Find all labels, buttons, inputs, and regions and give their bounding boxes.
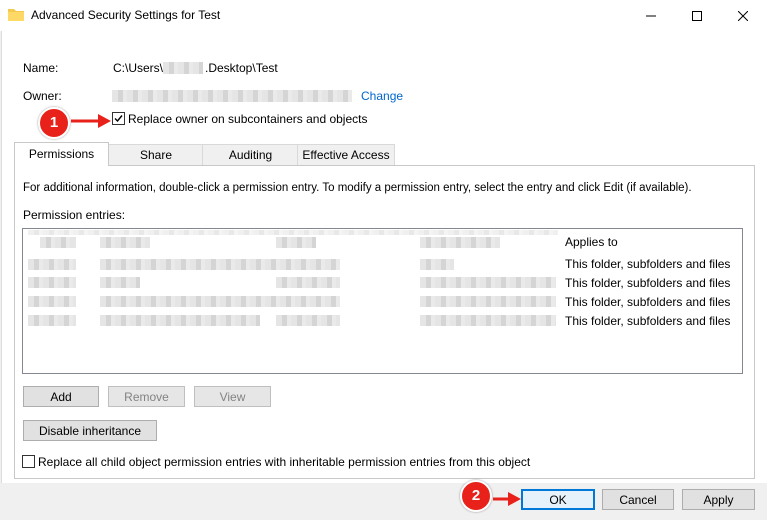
step-2-badge: 2 <box>460 480 492 512</box>
maximize-button[interactable] <box>674 0 720 31</box>
replace-owner-label: Replace owner on subcontainers and objec… <box>128 112 368 126</box>
redacted-entry <box>28 315 76 326</box>
redacted-col-principal <box>100 237 150 248</box>
redacted-entry <box>100 315 260 326</box>
redacted-entry <box>420 259 454 270</box>
checkmark-icon <box>114 115 123 123</box>
permission-entries-label: Permission entries: <box>23 208 126 222</box>
folder-icon <box>8 7 24 21</box>
add-button[interactable]: Add <box>23 386 99 407</box>
applies-to-cell: This folder, subfolders and files <box>565 276 731 290</box>
replace-child-entries-label: Replace all child object permission entr… <box>38 455 531 469</box>
step-1-badge: 1 <box>38 107 70 139</box>
redacted-header-strip <box>28 230 558 235</box>
disable-inheritance-button[interactable]: Disable inheritance <box>23 420 157 441</box>
arrow-right-icon <box>493 492 521 506</box>
minimize-icon <box>646 15 656 16</box>
redacted-entry <box>420 277 556 288</box>
applies-to-cell: This folder, subfolders and files <box>565 314 731 328</box>
redacted-entry <box>28 296 76 307</box>
change-owner-link[interactable]: Change <box>361 89 403 103</box>
redacted-entry <box>420 296 556 307</box>
ok-button[interactable]: OK <box>521 489 595 510</box>
redacted-col-type <box>40 237 76 248</box>
redacted-entry <box>100 277 140 288</box>
name-label: Name: <box>23 61 59 75</box>
close-icon <box>738 10 748 21</box>
apply-button[interactable]: Apply <box>682 489 755 510</box>
maximize-icon <box>692 10 702 21</box>
minimize-button[interactable] <box>628 0 674 31</box>
redacted-entry <box>100 296 340 307</box>
owner-label: Owner: <box>23 89 62 103</box>
redacted-entry <box>276 277 340 288</box>
redacted-entry <box>28 259 76 270</box>
cancel-button[interactable]: Cancel <box>602 489 674 510</box>
close-button[interactable] <box>720 0 766 31</box>
redacted-entry <box>276 315 340 326</box>
redacted-entry <box>100 259 340 270</box>
arrow-right-icon <box>71 114 111 128</box>
view-button[interactable]: View <box>194 386 271 407</box>
redacted-owner <box>112 90 352 102</box>
redacted-entry <box>420 315 556 326</box>
applies-to-header[interactable]: Applies to <box>565 235 618 249</box>
applies-to-cell: This folder, subfolders and files <box>565 295 731 309</box>
window-title: Advanced Security Settings for Test <box>31 8 221 22</box>
redacted-username <box>163 62 203 74</box>
replace-child-entries-checkbox[interactable] <box>22 455 35 468</box>
name-value-suffix: .Desktop\Test <box>205 61 278 75</box>
remove-button[interactable]: Remove <box>108 386 185 407</box>
redacted-col-access <box>276 237 316 248</box>
title-bar: Advanced Security Settings for Test <box>0 0 767 31</box>
name-value-prefix: C:\Users\ <box>113 61 164 75</box>
redacted-entry <box>28 277 76 288</box>
redacted-col-inherited <box>420 237 500 248</box>
replace-owner-checkbox[interactable] <box>112 112 125 125</box>
applies-to-cell: This folder, subfolders and files <box>565 257 731 271</box>
tab-share[interactable]: Share <box>108 144 204 165</box>
tab-effective-access[interactable]: Effective Access <box>297 144 395 165</box>
tab-permissions[interactable]: Permissions <box>14 142 109 166</box>
tab-auditing[interactable]: Auditing <box>202 144 299 165</box>
permissions-info-text: For additional information, double-click… <box>23 182 692 194</box>
